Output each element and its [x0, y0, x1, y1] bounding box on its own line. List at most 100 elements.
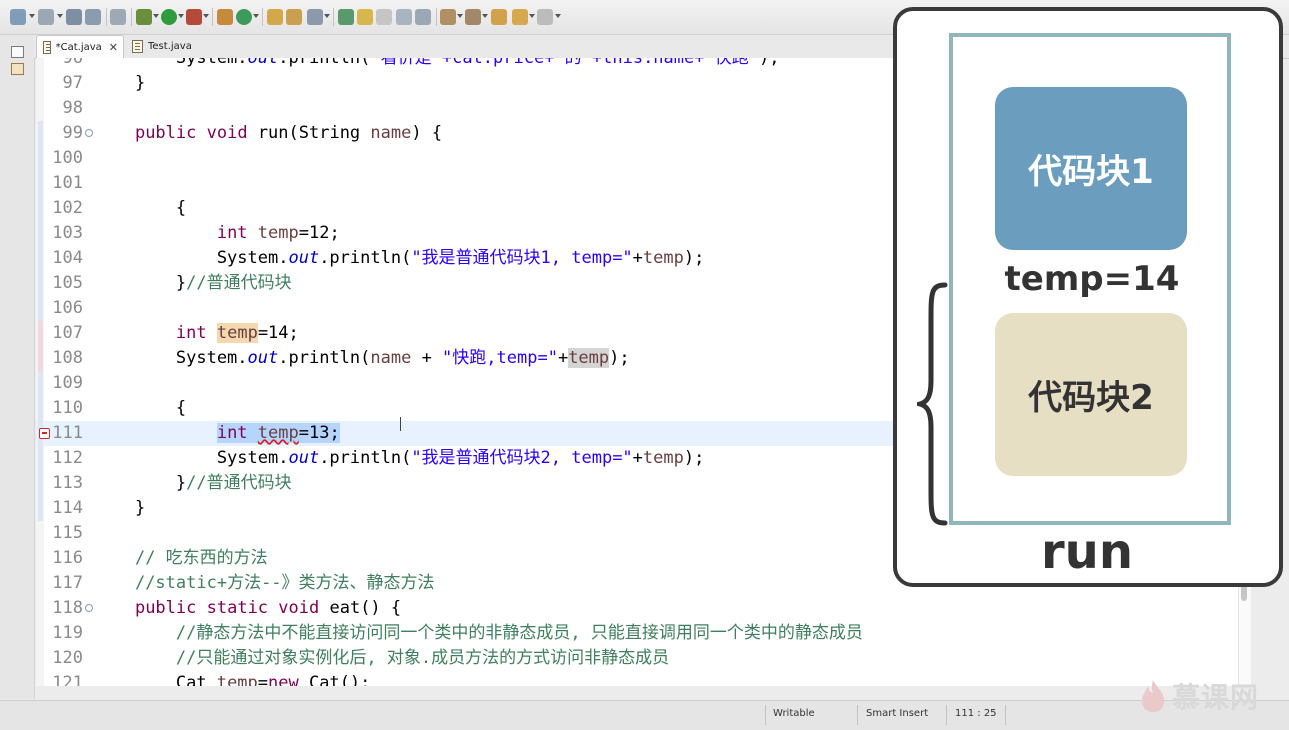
back-icon[interactable] — [491, 9, 507, 25]
save-all-icon[interactable] — [85, 9, 101, 25]
code-block-1: 代码块1 — [995, 87, 1187, 250]
code-text[interactable]: }//普通代码块 — [94, 471, 292, 496]
change-marker — [38, 296, 43, 321]
code-text[interactable]: int temp=12; — [94, 221, 340, 246]
external-tools-icon[interactable] — [186, 9, 202, 25]
code-text[interactable]: System.out.println("我是普通代码块1, temp="+tem… — [94, 246, 705, 271]
code-line-118[interactable]: 118 public static void eat() { — [36, 596, 1238, 621]
run-label: run — [1040, 524, 1133, 580]
package-explorer-icon[interactable] — [11, 63, 24, 75]
line-number: 99 — [62, 123, 83, 143]
fold-toggle-icon[interactable] — [85, 604, 93, 612]
code-line-120[interactable]: 120 //只能通过对象实例化后, 对象.成员方法的方式访问非静态成员 — [36, 646, 1238, 671]
line-number: 115 — [52, 523, 83, 543]
skip-breakpoints-icon[interactable] — [110, 9, 126, 25]
line-number: 104 — [52, 248, 83, 268]
minimized-views-strip — [0, 35, 35, 699]
code-text[interactable]: //只能通过对象实例化后, 对象.成员方法的方式访问非静态成员 — [94, 646, 669, 671]
open-folder-icon[interactable] — [267, 9, 283, 25]
status-insert-mode: Smart Insert — [866, 708, 929, 719]
forward-icon[interactable] — [512, 9, 528, 25]
code-text[interactable]: public void run(String name) { — [94, 121, 442, 146]
line-number: 108 — [52, 348, 83, 368]
toggle-mark-occurrences-icon[interactable] — [338, 9, 354, 25]
code-text[interactable]: //静态方法中不能直接访问同一个类中的非静态成员, 只能直接调用同一个类中的静态… — [94, 621, 863, 646]
line-number: 102 — [52, 198, 83, 218]
change-marker — [38, 271, 43, 296]
code-text[interactable]: int temp=13; — [94, 421, 340, 446]
change-marker — [38, 346, 43, 371]
change-marker — [38, 121, 43, 146]
line-number: 114 — [52, 498, 83, 518]
code-text[interactable]: // 吃东西的方法 — [94, 546, 268, 571]
prev-annotation-icon[interactable] — [465, 9, 481, 25]
code-text[interactable]: System.out.println(name + "快跑,temp="+tem… — [94, 346, 630, 371]
code-text[interactable]: public static void eat() { — [94, 596, 401, 621]
run-icon[interactable] — [161, 9, 177, 25]
change-marker — [38, 321, 43, 346]
mouse-cursor-ibeam — [400, 417, 403, 431]
line-number: 121 — [52, 673, 83, 686]
scrollbar-thumb[interactable] — [1241, 585, 1247, 601]
code-text[interactable]: } — [94, 496, 145, 521]
code-text[interactable]: { — [94, 396, 186, 421]
java-file-icon — [43, 41, 51, 54]
forward-nav-icon[interactable] — [537, 9, 553, 25]
next-annotation-icon[interactable] — [440, 9, 456, 25]
status-bar: Writable Smart Insert 111 : 25 — [0, 700, 1289, 730]
line-number: 113 — [52, 473, 83, 493]
open-file-icon[interactable] — [286, 9, 302, 25]
close-icon[interactable]: ✕ — [109, 41, 118, 54]
restore-icon[interactable] — [11, 46, 24, 58]
line-number: 112 — [52, 448, 83, 468]
line-number: 96 — [62, 58, 83, 68]
debug-icon[interactable] — [136, 9, 152, 25]
code-line-121[interactable]: 121 Cat temp=new Cat(); — [36, 671, 1238, 686]
toggle-block-icon[interactable] — [376, 9, 392, 25]
toggle-highlight-icon[interactable] — [357, 9, 373, 25]
line-number: 118 — [52, 598, 83, 618]
code-block-2: 代码块2 — [995, 313, 1187, 476]
change-marker — [38, 396, 43, 421]
change-marker — [38, 371, 43, 396]
line-number: 97 — [62, 73, 83, 93]
temp-variable-label: temp=14 — [1004, 259, 1180, 299]
code-text[interactable]: } — [94, 71, 145, 96]
line-number: 101 — [52, 173, 83, 193]
fold-toggle-icon[interactable] — [85, 129, 93, 137]
change-marker — [38, 171, 43, 196]
new-java-project-icon[interactable] — [217, 9, 233, 25]
tab-label: *Cat.java — [55, 42, 102, 53]
code-text[interactable]: }//普通代码块 — [94, 271, 292, 296]
change-marker — [38, 246, 43, 271]
line-number: 109 — [52, 373, 83, 393]
new-icon[interactable] — [10, 9, 26, 25]
paragraph-icon[interactable] — [415, 9, 431, 25]
status-writable: Writable — [773, 708, 815, 719]
code-text[interactable]: //static+方法--》类方法、静态方法 — [94, 571, 435, 596]
tab-cat-java[interactable]: *Cat.java ✕ — [36, 35, 124, 59]
eclipse-window: *Cat.java ✕ Test.java 96 System.out.prin… — [0, 0, 1289, 730]
line-number: 100 — [52, 148, 83, 168]
code-text[interactable]: System.out.println("看价是"+cat.price+"的"+t… — [94, 58, 780, 71]
tab-label: Test.java — [148, 41, 192, 52]
change-marker — [38, 446, 43, 471]
search-icon[interactable] — [307, 9, 323, 25]
new-class-icon[interactable] — [236, 9, 252, 25]
tab-test-java[interactable]: Test.java — [126, 35, 206, 58]
java-file-icon — [132, 40, 143, 53]
line-number: 107 — [52, 323, 83, 343]
code-text[interactable]: { — [94, 196, 186, 221]
line-number: 116 — [52, 548, 83, 568]
code-text[interactable]: int temp=14; — [94, 321, 299, 346]
show-whitespace-icon[interactable] — [396, 9, 412, 25]
code-text[interactable]: System.out.println("我是普通代码块2, temp="+tem… — [94, 446, 705, 471]
imooc-watermark: 慕课网 — [1140, 676, 1259, 716]
code-line-119[interactable]: 119 //静态方法中不能直接访问同一个类中的非静态成员, 只能直接调用同一个类… — [36, 621, 1238, 646]
save-icon[interactable] — [66, 9, 82, 25]
line-number: 106 — [52, 298, 83, 318]
line-number: 105 — [52, 273, 83, 293]
open-type-icon[interactable] — [38, 9, 54, 25]
code-text[interactable]: Cat temp=new Cat(); — [94, 671, 371, 686]
line-number: 111 — [52, 423, 83, 443]
